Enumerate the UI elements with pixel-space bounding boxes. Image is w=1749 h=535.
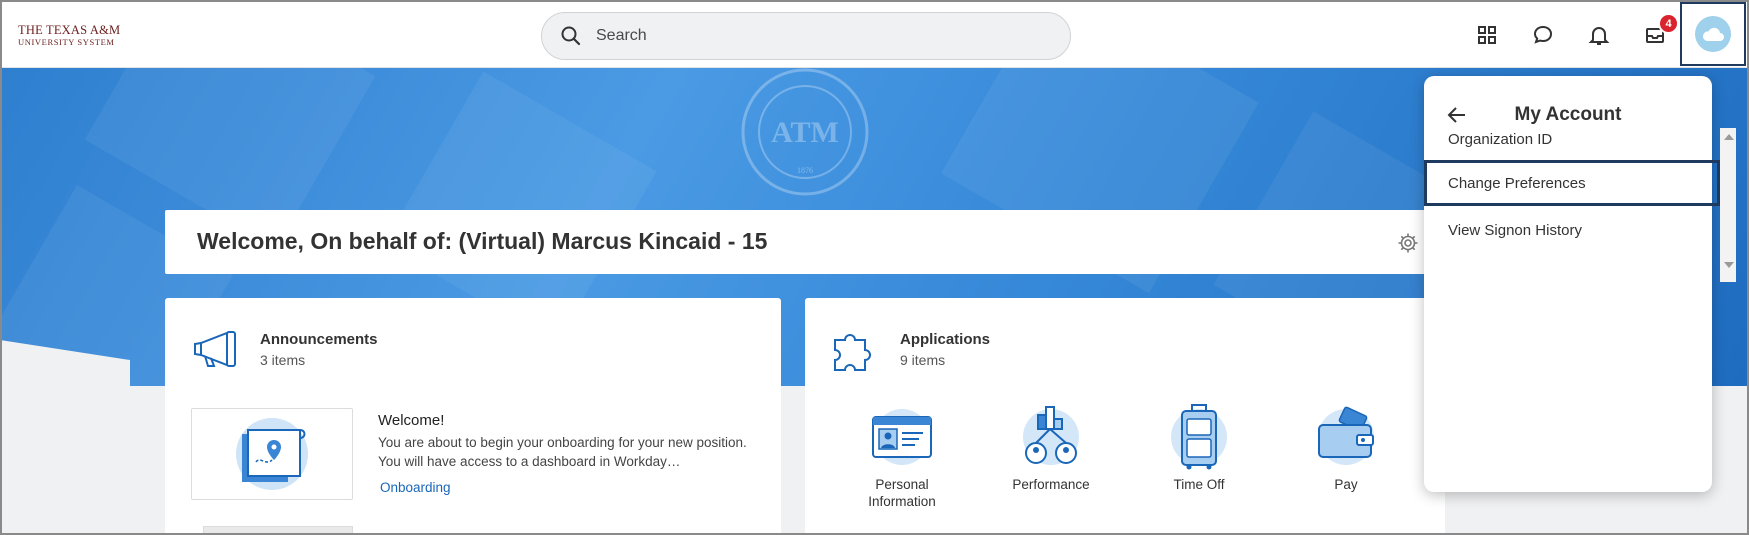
app-label: Personal Information	[868, 477, 936, 509]
seal-year: 1876	[797, 166, 813, 175]
onboarding-link[interactable]: Onboarding	[380, 480, 451, 495]
announcements-title: Announcements	[260, 331, 378, 348]
menu-item-change-preferences[interactable]: Change Preferences	[1424, 160, 1720, 206]
applications-card: Applications 9 items Personal Informatio…	[805, 298, 1445, 535]
apps-grid-icon[interactable]	[1474, 22, 1500, 48]
megaphone-icon	[191, 328, 243, 372]
inbox-badge: 4	[1658, 13, 1679, 34]
search-icon	[560, 25, 582, 47]
app-performance[interactable]: Performance	[991, 403, 1111, 493]
my-account-panel: My Account Organization ID Change Prefer…	[1424, 76, 1736, 492]
logo-line-1: THE TEXAS A&M	[18, 23, 121, 37]
announcement-body: You are about to begin your onboarding f…	[378, 435, 747, 469]
time-off-icon	[1164, 403, 1234, 471]
account-avatar-button[interactable]	[1680, 2, 1746, 66]
logo-line-2: UNIVERSITY SYSTEM	[18, 36, 115, 47]
personal-information-icon	[867, 403, 937, 471]
gear-icon[interactable]	[1397, 232, 1419, 254]
university-seal-watermark: ATM 1876	[735, 68, 875, 196]
app-label: Performance	[1012, 477, 1090, 492]
app-time-off[interactable]: Time Off	[1139, 403, 1259, 493]
hero-edge	[0, 340, 130, 535]
bell-icon[interactable]	[1586, 22, 1612, 48]
avatar-cloud-icon	[1695, 16, 1731, 52]
onboarding-thumbnail[interactable]	[191, 408, 353, 500]
app-label: Time Off	[1173, 477, 1225, 492]
search-input[interactable]	[596, 27, 1036, 45]
announcement-thumbnail-2[interactable]	[203, 526, 353, 535]
app-label: Pay	[1334, 477, 1358, 492]
scroll-up-arrow-icon[interactable]	[1724, 134, 1734, 140]
menu-item-view-signon-history[interactable]: View Signon History	[1424, 207, 1720, 253]
announcements-count: 3 items	[260, 352, 306, 368]
top-header: THE TEXAS A&M UNIVERSITY SYSTEM 4	[0, 0, 1749, 68]
pay-icon	[1311, 403, 1381, 471]
puzzle-icon	[831, 328, 883, 372]
panel-scrollbar[interactable]	[1720, 128, 1736, 282]
scroll-down-arrow-icon[interactable]	[1724, 262, 1734, 268]
texas-am-logo[interactable]: THE TEXAS A&M UNIVERSITY SYSTEM	[18, 24, 128, 48]
chat-icon[interactable]	[1530, 22, 1556, 48]
applications-count: 9 items	[900, 352, 946, 368]
menu-item-organization-id[interactable]: Organization ID	[1424, 116, 1720, 162]
seal-mark: ATM	[771, 116, 839, 149]
welcome-banner: Welcome, On behalf of: (Virtual) Marcus …	[165, 210, 1425, 274]
app-pay[interactable]: Pay	[1286, 403, 1406, 493]
performance-icon	[1016, 403, 1086, 471]
announcement-title: Welcome!	[378, 412, 445, 429]
welcome-title: Welcome, On behalf of: (Virtual) Marcus …	[197, 228, 768, 254]
announcements-card: Announcements 3 items Welcome! You are a…	[165, 298, 781, 535]
applications-title: Applications	[900, 331, 991, 348]
app-personal-information[interactable]: Personal Information	[842, 403, 962, 510]
search-bar[interactable]	[541, 12, 1071, 60]
